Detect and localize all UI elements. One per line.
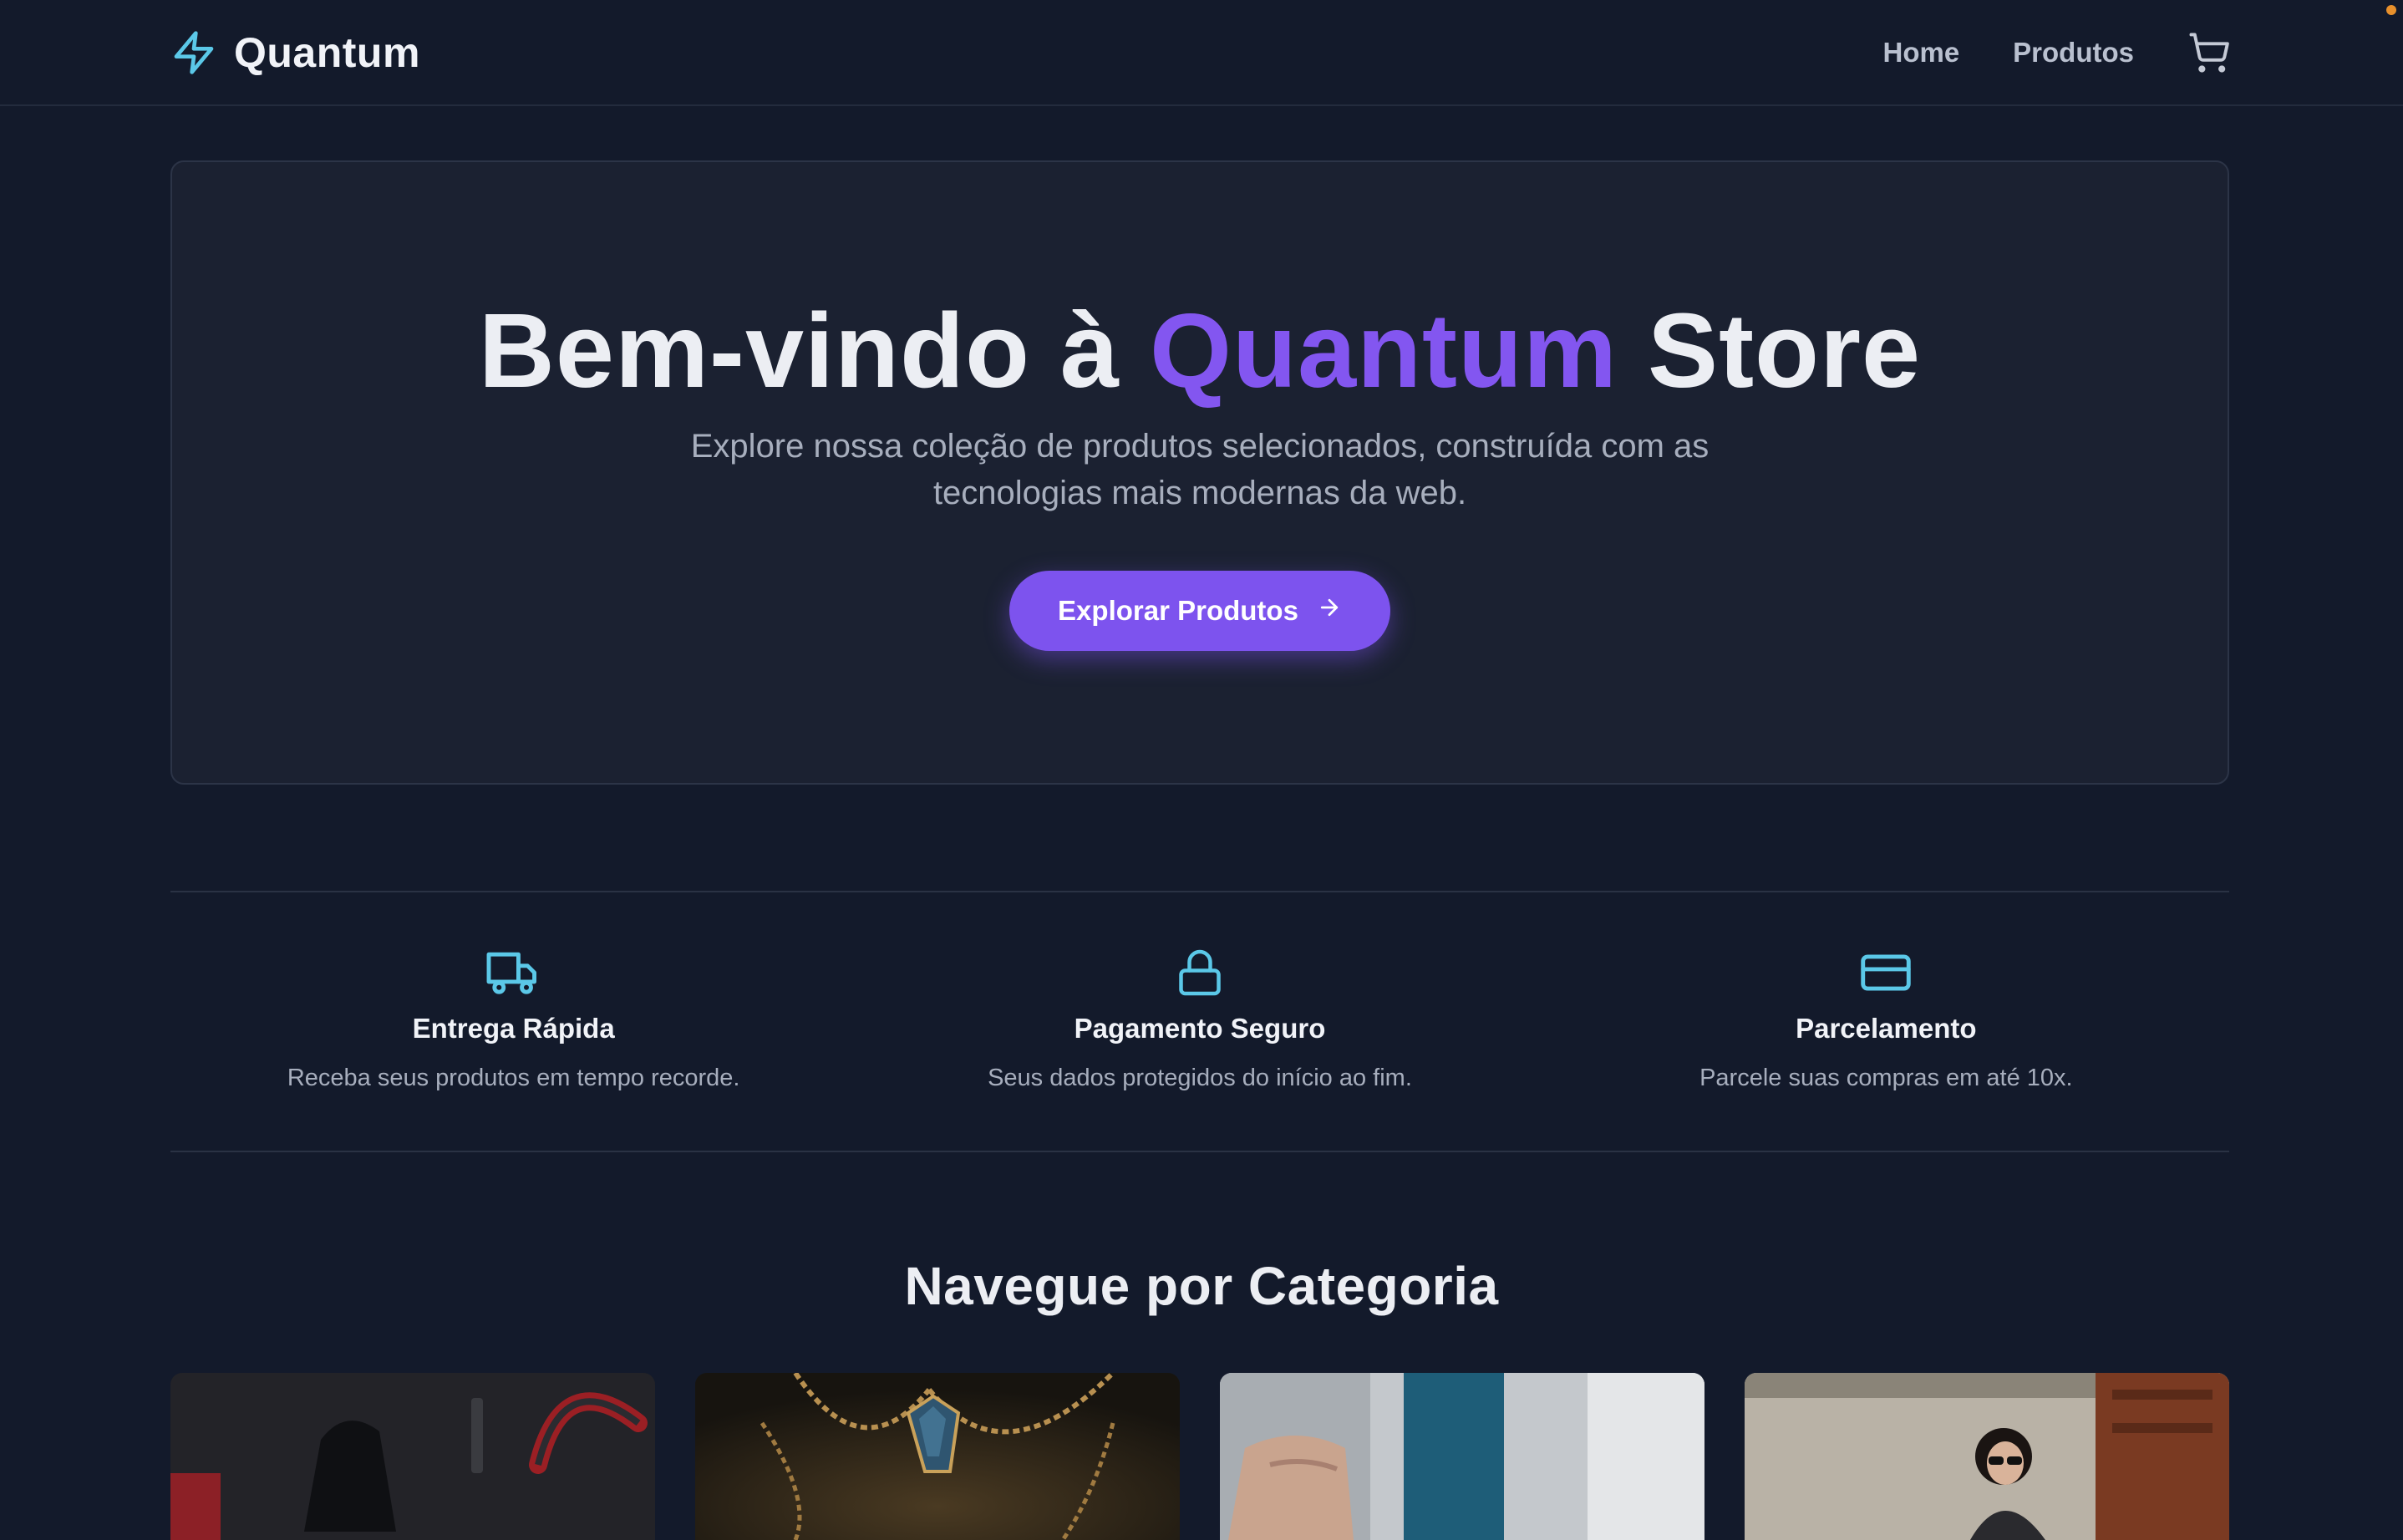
feature-installments: Parcelamento Parcele suas compras em até…: [1543, 894, 2229, 1151]
category-card-electronics[interactable]: [170, 1373, 655, 1540]
hero-title-accent: Quantum: [1150, 292, 1618, 409]
lightning-bolt-icon: [170, 28, 217, 78]
explore-products-label: Explorar Produtos: [1058, 595, 1298, 626]
category-card-womens-clothing[interactable]: [1745, 1373, 2229, 1540]
feature-description: Receba seus produtos em tempo recorde.: [287, 1065, 740, 1091]
feature-fast-delivery: Entrega Rápida Receba seus produtos em t…: [170, 894, 856, 1151]
hero-title-end: Store: [1618, 292, 1922, 409]
top-navbar: Quantum Home Produtos: [0, 0, 2403, 106]
explore-products-button[interactable]: Explorar Produtos: [1009, 571, 1390, 651]
nav-link-produtos[interactable]: Produtos: [2013, 37, 2134, 69]
nav-link-home[interactable]: Home: [1882, 37, 1959, 69]
nav-links: Home Produtos: [1882, 25, 2231, 80]
lock-icon: [1175, 948, 1225, 998]
features-strip: Entrega Rápida Receba seus produtos em t…: [170, 894, 2229, 1151]
category-card-jewelry[interactable]: [695, 1373, 1180, 1540]
category-cards: [170, 1373, 2229, 1540]
hero-subtitle: Explore nossa coleção de produtos seleci…: [172, 423, 2228, 516]
feature-description: Seus dados protegidos do início ao fim.: [988, 1065, 1412, 1091]
brand-logo[interactable]: Quantum: [170, 25, 420, 80]
features-top-divider: [170, 891, 2229, 892]
categories-title: Navegue por Categoria: [904, 1256, 1499, 1316]
features-bottom-divider: [170, 1151, 2229, 1152]
arrow-right-icon: [1317, 595, 1342, 627]
feature-title: Entrega Rápida: [412, 1013, 615, 1044]
category-card-mens-clothing[interactable]: [1220, 1373, 1704, 1540]
hero-title: Bem-vindo à Quantum Store: [172, 287, 2228, 414]
feature-description: Parcele suas compras em até 10x.: [1699, 1065, 2073, 1091]
truck-icon: [486, 948, 541, 998]
hero-title-start: Bem-vindo à: [478, 292, 1151, 409]
category-image-electronics: [170, 1373, 655, 1540]
status-indicator-dot: [2386, 5, 2396, 15]
brand-name: Quantum: [234, 29, 420, 76]
feature-title: Pagamento Seguro: [1074, 1013, 1326, 1044]
credit-card-icon: [1858, 948, 1913, 998]
category-image-mens-clothing: [1220, 1373, 1704, 1540]
shopping-cart-icon[interactable]: [2187, 31, 2231, 74]
hero-subtitle-line-2: tecnologias mais modernas da web.: [932, 475, 1467, 511]
category-image-womens-clothing: [1745, 1373, 2229, 1540]
category-image-jewelry: [695, 1373, 1180, 1540]
feature-title: Parcelamento: [1796, 1013, 1977, 1044]
hero-subtitle-line-1: Explore nossa coleção de produtos seleci…: [690, 428, 1710, 465]
hero-banner: Bem-vindo à Quantum Store Explore nossa …: [170, 160, 2229, 785]
feature-secure-payment: Pagamento Seguro Seus dados protegidos d…: [856, 894, 1542, 1151]
